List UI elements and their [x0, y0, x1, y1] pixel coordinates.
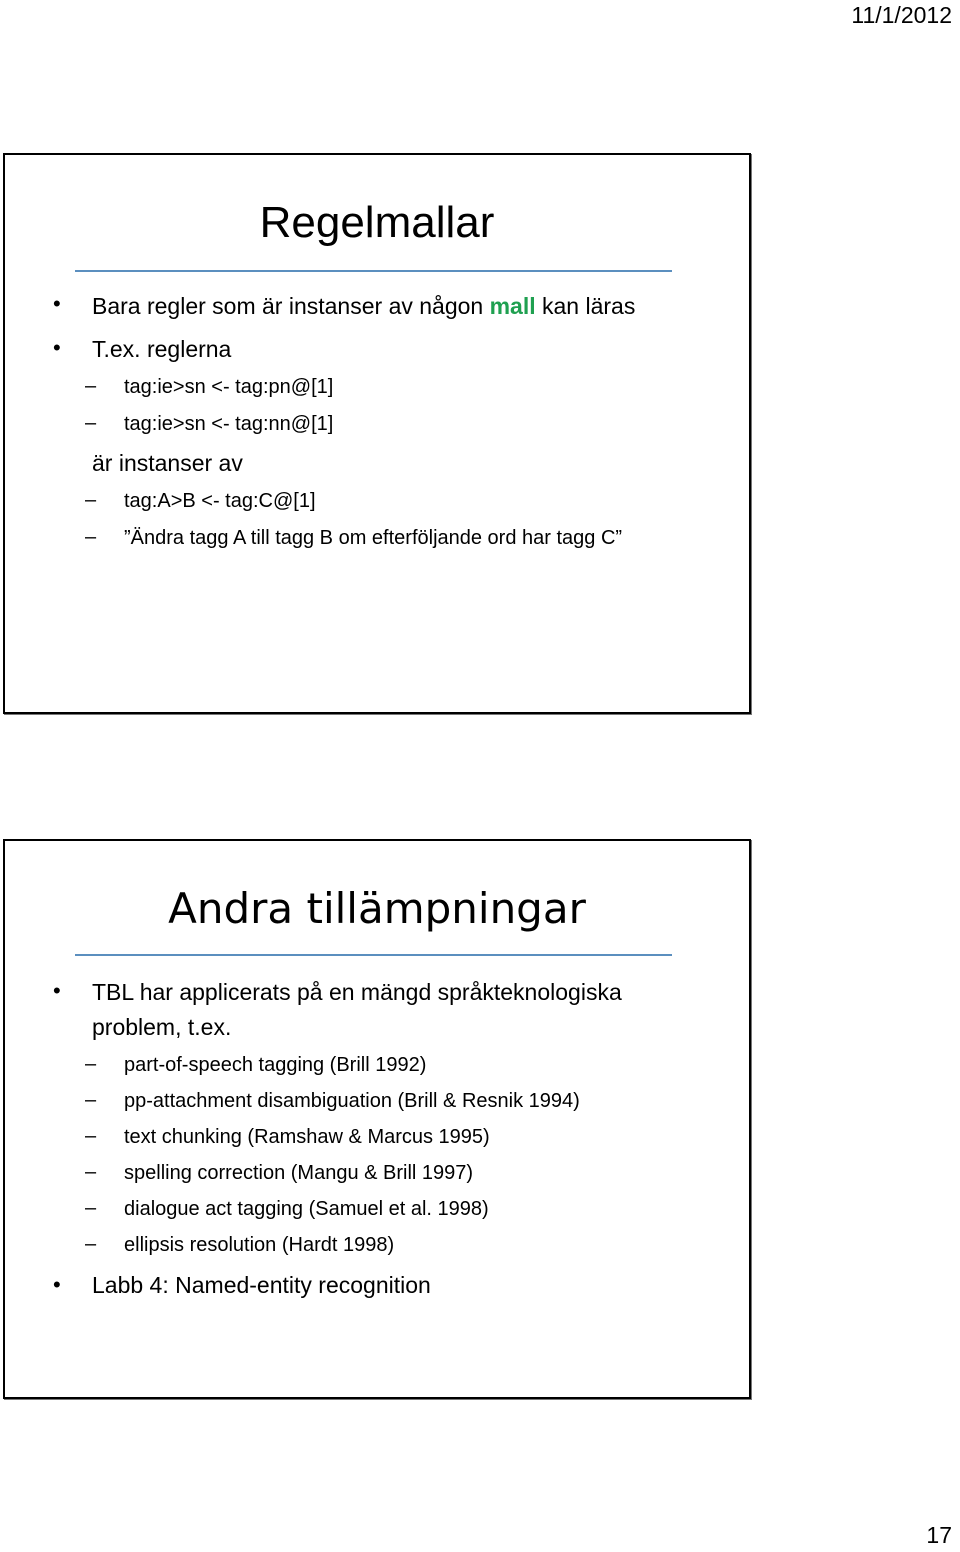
dash-icon: – [85, 375, 97, 397]
list-item: TBL har applicerats på en mängd språktek… [92, 979, 622, 1005]
list-item: Bara regler som är instanser av någon ma… [92, 293, 635, 320]
dash-icon: – [85, 526, 97, 548]
title-underline [75, 954, 672, 956]
list-item: pp-attachment disambiguation (Brill & Re… [124, 1090, 580, 1112]
list-item: tag:A>B <- tag:C@[1] [124, 490, 316, 512]
highlight-word: mall [489, 293, 536, 319]
bullet-icon: • [53, 1272, 61, 1297]
list-item: part-of-speech tagging (Brill 1992) [124, 1054, 427, 1076]
bullet-icon: • [53, 291, 61, 316]
list-item: ”Ändra tagg A till tagg B om efterföljan… [124, 527, 623, 549]
list-item: dialogue act tagging (Samuel et al. 1998… [124, 1198, 489, 1220]
list-item: tag:ie>sn <- tag:nn@[1] [124, 413, 334, 435]
list-item: T.ex. reglerna [92, 336, 232, 362]
bullet-icon: • [53, 978, 61, 1003]
dash-icon: – [85, 1161, 97, 1183]
date-label: 11/1/2012 [851, 2, 952, 28]
slide-title: Regelmallar [259, 198, 495, 247]
bullet-icon: • [53, 335, 61, 360]
dash-icon: – [85, 412, 97, 434]
dash-icon: – [85, 1233, 97, 1255]
title-underline [75, 270, 672, 272]
list-item: Labb 4: Named-entity recognition [92, 1272, 431, 1298]
item-text: Bara regler som är instanser av någon [92, 293, 490, 319]
list-item: tag:ie>sn <- tag:pn@[1] [124, 376, 334, 398]
list-item: text chunking (Ramshaw & Marcus 1995) [124, 1126, 490, 1148]
list-item: är instanser av [92, 450, 243, 476]
slide-regelmallar: Regelmallar • Bara regler som är instans… [3, 153, 751, 714]
slide-andra-tillampningar: Andra tillämpningar • TBL har applicerat… [3, 839, 751, 1399]
dash-icon: – [85, 1197, 97, 1219]
list-item: ellipsis resolution (Hardt 1998) [124, 1234, 395, 1256]
dash-icon: – [85, 1089, 97, 1111]
item-text: kan läras [535, 293, 636, 319]
dash-icon: – [85, 1053, 97, 1075]
page-number: 17 [926, 1522, 952, 1548]
dash-icon: – [85, 489, 97, 511]
list-item: problem, t.ex. [92, 1014, 232, 1040]
slide-title: Andra tillämpningar [168, 884, 586, 933]
dash-icon: – [85, 1125, 97, 1147]
list-item: spelling correction (Mangu & Brill 1997) [124, 1162, 474, 1184]
